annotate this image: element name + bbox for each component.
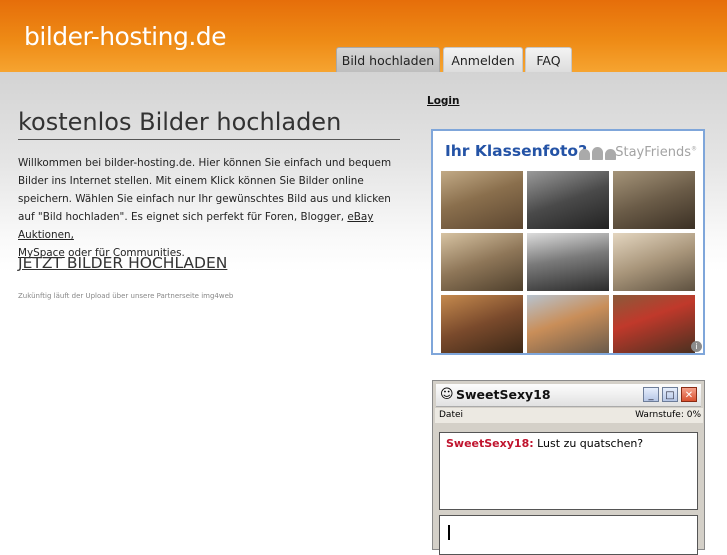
ad-brand: StayFriends® bbox=[615, 145, 697, 160]
class-photo bbox=[613, 295, 695, 353]
tab-faq[interactable]: FAQ bbox=[525, 47, 572, 73]
chat-titlebar[interactable]: ☺ SweetSexy18 _ □ ✕ bbox=[436, 384, 701, 407]
close-button[interactable]: ✕ bbox=[681, 387, 697, 402]
class-photo bbox=[527, 233, 609, 291]
page-title: kostenlos Bilder hochladen bbox=[18, 108, 400, 140]
intro-text: Willkommen bei bilder-hosting.de. Hier k… bbox=[18, 157, 392, 223]
text-caret bbox=[448, 525, 450, 540]
class-photo bbox=[527, 295, 609, 353]
site-header: bilder-hosting.de Bild hochladen Anmelde… bbox=[0, 0, 727, 73]
ad-header: Ihr Klassenfoto? StayFriends® bbox=[443, 141, 699, 163]
upload-now-link[interactable]: JETZT BILDER HOCHLADEN bbox=[18, 254, 227, 272]
maximize-button[interactable]: □ bbox=[662, 387, 678, 402]
ad-headline: Ihr Klassenfoto? bbox=[445, 142, 588, 160]
class-photo bbox=[613, 171, 695, 229]
message-sender: SweetSexy18: bbox=[446, 437, 534, 450]
chat-input[interactable] bbox=[439, 515, 698, 555]
class-photo bbox=[527, 171, 609, 229]
warn-level: Warnstufe: 0% bbox=[635, 410, 701, 420]
class-photo bbox=[613, 233, 695, 291]
ad-brand-mark: ® bbox=[691, 145, 697, 153]
site-logo[interactable]: bilder-hosting.de bbox=[24, 22, 227, 51]
chat-log: SweetSexy18: Lust zu quatschen? bbox=[439, 432, 698, 510]
chat-title: SweetSexy18 bbox=[456, 387, 551, 402]
class-photo-grid bbox=[441, 171, 697, 354]
chat-window[interactable]: ☺ SweetSexy18 _ □ ✕ Datei Warnstufe: 0% … bbox=[432, 380, 705, 555]
minimize-button[interactable]: _ bbox=[643, 387, 659, 402]
class-photo bbox=[441, 171, 523, 229]
chat-menubar: Datei Warnstufe: 0% bbox=[435, 408, 703, 423]
messenger-person-icon: ☺ bbox=[440, 387, 454, 402]
login-link[interactable]: Login bbox=[427, 95, 460, 107]
message-text: Lust zu quatschen? bbox=[533, 437, 644, 450]
class-photo bbox=[441, 233, 523, 291]
tab-bild-hochladen[interactable]: Bild hochladen bbox=[336, 47, 440, 73]
partner-note: Zukünftig läuft der Upload über unsere P… bbox=[18, 292, 234, 300]
menu-datei[interactable]: Datei bbox=[439, 408, 463, 423]
info-icon[interactable]: i bbox=[691, 341, 702, 352]
tab-anmelden[interactable]: Anmelden bbox=[443, 47, 523, 73]
class-photo bbox=[441, 295, 523, 353]
intro-paragraph: Willkommen bei bilder-hosting.de. Hier k… bbox=[18, 154, 403, 262]
stayfriends-ad[interactable]: Ihr Klassenfoto? StayFriends® i bbox=[431, 129, 705, 355]
ad-brand-name: StayFriends bbox=[615, 145, 691, 160]
